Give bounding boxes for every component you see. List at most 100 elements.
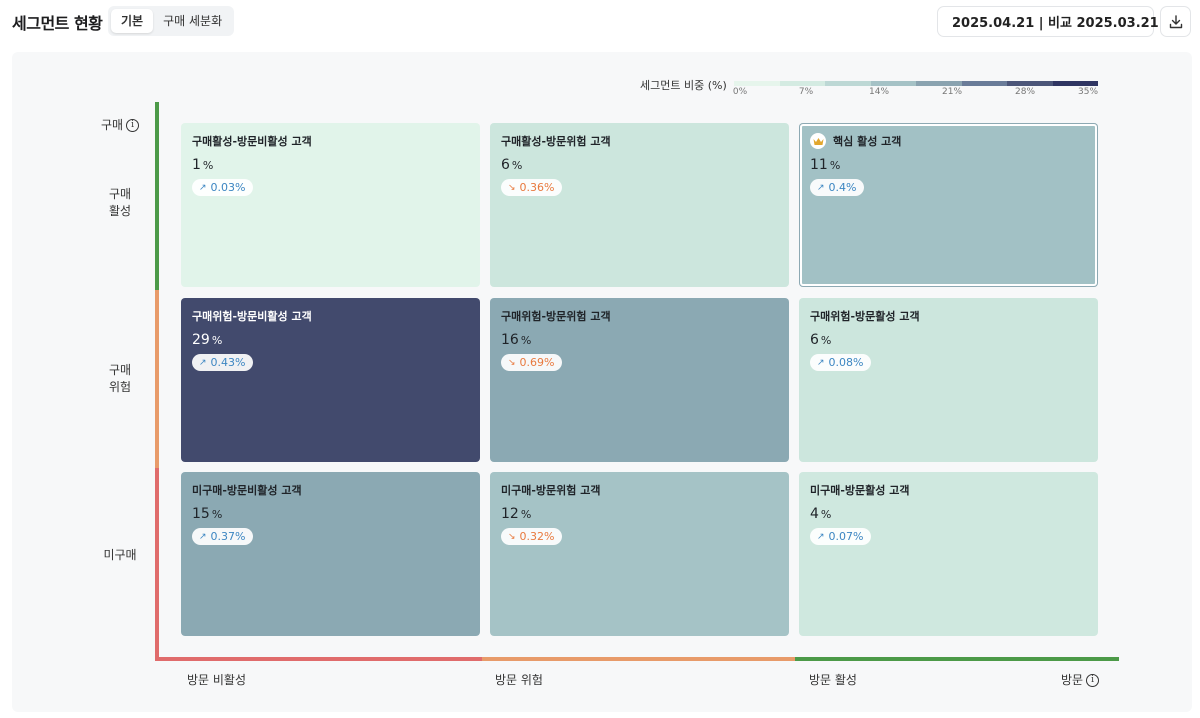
change-value: 0.69% (519, 356, 555, 369)
segment-cell-header: 구매활성-방문비활성 고객 (192, 133, 469, 149)
legend-swatch (1007, 81, 1053, 86)
x-axis-title-text: 방문 (1061, 673, 1084, 687)
change-badge: ↗ 0.07% (810, 528, 871, 545)
segment-share: 12% (501, 506, 778, 522)
segment-share: 6% (501, 157, 778, 173)
segment-share-value: 6 (810, 332, 819, 348)
info-icon[interactable]: i (1086, 674, 1100, 687)
trend-up-icon: ↗ (817, 357, 825, 368)
change-value: 0.08% (828, 356, 864, 369)
legend-tick: 14% (868, 87, 890, 97)
segment-share-value: 4 (810, 506, 819, 522)
legend-swatch (870, 81, 916, 86)
crown-icon (810, 133, 826, 149)
x-axis-inactive-segment (157, 657, 482, 661)
y-axis-title: 구매 i (96, 117, 144, 134)
y-axis-title-text: 구매 (100, 118, 124, 132)
segment-cell[interactable]: 미구매-방문위험 고객 12% ↘ 0.32% (490, 472, 789, 636)
trend-up-icon: ↗ (199, 182, 207, 193)
segment-share-value: 6 (501, 157, 510, 173)
legend-color-scale (734, 81, 1098, 86)
legend-ticks: 0% 7% 14% 21% 28% 35% (724, 87, 1108, 99)
trend-up-icon: ↗ (817, 182, 825, 193)
segment-share-value: 29 (192, 332, 210, 348)
segment-cell-header: 구매위험-방문위험 고객 (501, 308, 778, 324)
y-label-purchase-risk: 구매 위험 (108, 363, 132, 394)
change-badge: ↘ 0.69% (501, 354, 562, 371)
info-icon[interactable]: i (126, 119, 140, 132)
y-axis-active-segment (155, 102, 159, 290)
segment-share-value: 16 (501, 332, 519, 348)
segment-name: 핵심 활성 고객 (833, 135, 902, 148)
segment-cell-header: 구매위험-방문활성 고객 (810, 308, 1087, 324)
change-value: 0.36% (519, 181, 555, 194)
segment-share: 29% (192, 332, 469, 348)
segment-cell[interactable]: 구매위험-방문위험 고객 16% ↘ 0.69% (490, 298, 789, 462)
legend-swatch (1052, 81, 1098, 86)
segment-share: 11% (810, 157, 1087, 173)
page-title: 세그먼트 현황 (12, 14, 103, 33)
change-badge: ↗ 0.4% (810, 179, 864, 196)
change-value: 0.07% (828, 530, 864, 543)
tab-purchase-segmentation[interactable]: 구매 세분화 (153, 9, 232, 33)
change-badge: ↘ 0.32% (501, 528, 562, 545)
segment-cell[interactable]: 구매활성-방문비활성 고객 1% ↗ 0.03% (181, 123, 480, 287)
segment-cell[interactable]: 구매위험-방문비활성 고객 29% ↗ 0.43% (181, 298, 480, 462)
change-badge: ↘ 0.36% (501, 179, 562, 196)
legend-swatch (779, 81, 825, 86)
x-axis-active-segment (795, 657, 1119, 661)
segment-cell[interactable]: 핵심 활성 고객 11% ↗ 0.4% (799, 123, 1098, 287)
x-label-visit-inactive: 방문 비활성 (187, 673, 247, 687)
legend-tick: 21% (941, 87, 963, 97)
y-label-purchase-active: 구매 활성 (108, 187, 132, 218)
download-button[interactable] (1160, 6, 1191, 37)
segment-share-unit: % (829, 159, 841, 172)
change-value: 0.43% (210, 356, 246, 369)
date-range-text: 2025.04.21 | 비교 2025.03.21 (952, 16, 1159, 31)
trend-up-icon: ↗ (199, 357, 207, 368)
trend-down-icon: ↘ (508, 531, 516, 542)
segment-cell[interactable]: 구매위험-방문활성 고객 6% ↗ 0.08% (799, 298, 1098, 462)
trend-up-icon: ↗ (199, 531, 207, 542)
legend-swatch (734, 81, 780, 86)
change-badge: ↗ 0.03% (192, 179, 253, 196)
segment-share-unit: % (520, 508, 532, 521)
page-header: 세그먼트 현황 기본 구매 세분화 2025.04.21 | 비교 2025.0… (0, 0, 1200, 46)
legend-tick: 35% (1077, 87, 1099, 97)
view-tabs: 기본 구매 세분화 (108, 6, 234, 36)
segment-share-unit: % (211, 334, 223, 347)
segment-cell[interactable]: 미구매-방문활성 고객 4% ↗ 0.07% (799, 472, 1098, 636)
segment-cell[interactable]: 구매활성-방문위험 고객 6% ↘ 0.36% (490, 123, 789, 287)
segment-cell-header: 미구매-방문비활성 고객 (192, 482, 469, 498)
segment-name: 구매활성-방문위험 고객 (501, 135, 611, 148)
segment-share-unit: % (511, 159, 523, 172)
segment-cell-header: 구매활성-방문위험 고객 (501, 133, 778, 149)
legend-swatch (825, 81, 871, 86)
segment-cell-header: 미구매-방문위험 고객 (501, 482, 778, 498)
change-badge: ↗ 0.08% (810, 354, 871, 371)
segment-share-value: 12 (501, 506, 519, 522)
segment-share-unit: % (820, 508, 832, 521)
y-axis-inactive-segment (155, 468, 159, 661)
segment-share-value: 15 (192, 506, 210, 522)
change-badge: ↗ 0.43% (192, 354, 253, 371)
segment-share-unit: % (202, 159, 214, 172)
segment-cell[interactable]: 미구매-방문비활성 고객 15% ↗ 0.37% (181, 472, 480, 636)
x-label-visit-risk: 방문 위험 (495, 673, 543, 687)
x-axis-risk-segment (482, 657, 795, 661)
segment-share-value: 1 (192, 157, 201, 173)
trend-down-icon: ↘ (508, 182, 516, 193)
change-value: 0.03% (210, 181, 246, 194)
segment-name: 미구매-방문위험 고객 (501, 484, 601, 497)
segment-share: 16% (501, 332, 778, 348)
segment-share: 4% (810, 506, 1087, 522)
trend-down-icon: ↘ (508, 357, 516, 368)
download-icon (1169, 14, 1182, 28)
x-axis-title: 방문 i (1061, 671, 1100, 688)
segment-name: 미구매-방문활성 고객 (810, 484, 910, 497)
tab-basic[interactable]: 기본 (111, 9, 154, 33)
date-range-button[interactable]: 2025.04.21 | 비교 2025.03.21 (937, 6, 1159, 37)
trend-up-icon: ↗ (817, 531, 825, 542)
legend-tick: 28% (1014, 87, 1036, 97)
change-badge: ↗ 0.37% (192, 528, 253, 545)
